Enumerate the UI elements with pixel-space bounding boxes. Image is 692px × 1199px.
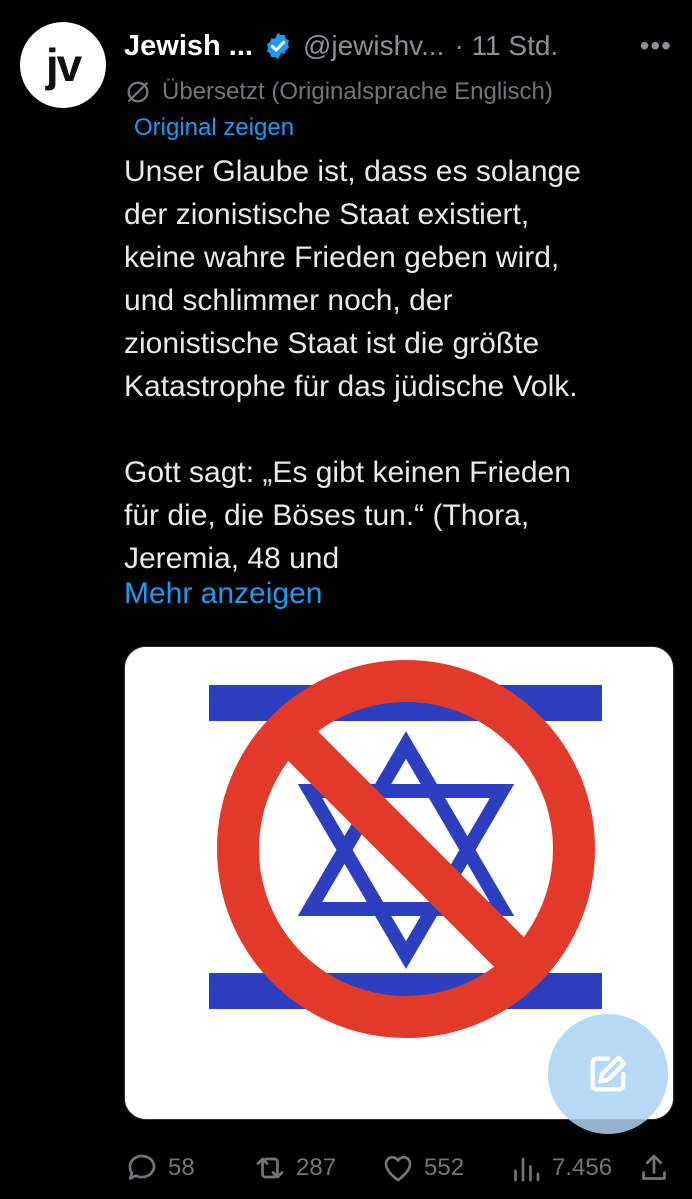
compose-button[interactable]	[548, 1014, 668, 1134]
reply-icon	[128, 1154, 156, 1180]
repost-icon	[256, 1157, 284, 1179]
compose-icon	[590, 1055, 627, 1092]
more-options-icon[interactable]: •••	[640, 30, 672, 62]
repost-action[interactable]: 287	[252, 1150, 336, 1186]
reply-count: 58	[168, 1154, 195, 1181]
avatar-logo-text: jv	[45, 39, 82, 91]
avatar[interactable]: jv	[20, 22, 106, 108]
views-chart-icon	[514, 1157, 540, 1182]
translation-notice: Übersetzt (Originalsprache Englisch)	[124, 78, 553, 106]
translate-icon	[127, 81, 149, 103]
tweet-body: Unser Glaube ist, dass es solange der zi…	[124, 155, 581, 575]
views-count: 7.456	[552, 1154, 613, 1181]
like-action[interactable]: 552	[380, 1150, 464, 1186]
timestamp[interactable]: · 11 Std.	[454, 30, 558, 62]
show-original-link[interactable]: Original zeigen	[134, 114, 294, 142]
display-name[interactable]: Jewish ...	[124, 30, 253, 63]
repost-count: 287	[296, 1154, 337, 1181]
reply-action[interactable]: 58	[124, 1150, 195, 1186]
action-bar: 58 287 552 7.456	[124, 1146, 672, 1190]
tweet-header: Jewish ... @jewishv... · 11 Std. •••	[124, 26, 672, 66]
handle[interactable]: @jewishv...	[303, 30, 445, 62]
share-action[interactable]	[636, 1150, 672, 1186]
translation-notice-text: Übersetzt (Originalsprache Englisch)	[162, 78, 553, 105]
views-action[interactable]: 7.456	[508, 1150, 612, 1186]
tweet-page: jv Jewish ... @jewishv... · 11 Std. ••• …	[0, 0, 692, 1199]
like-heart-icon	[384, 1156, 412, 1182]
verified-badge-icon	[266, 32, 289, 60]
like-count: 552	[424, 1154, 465, 1181]
show-more-link[interactable]: Mehr anzeigen	[124, 577, 322, 611]
share-icon	[642, 1154, 666, 1180]
